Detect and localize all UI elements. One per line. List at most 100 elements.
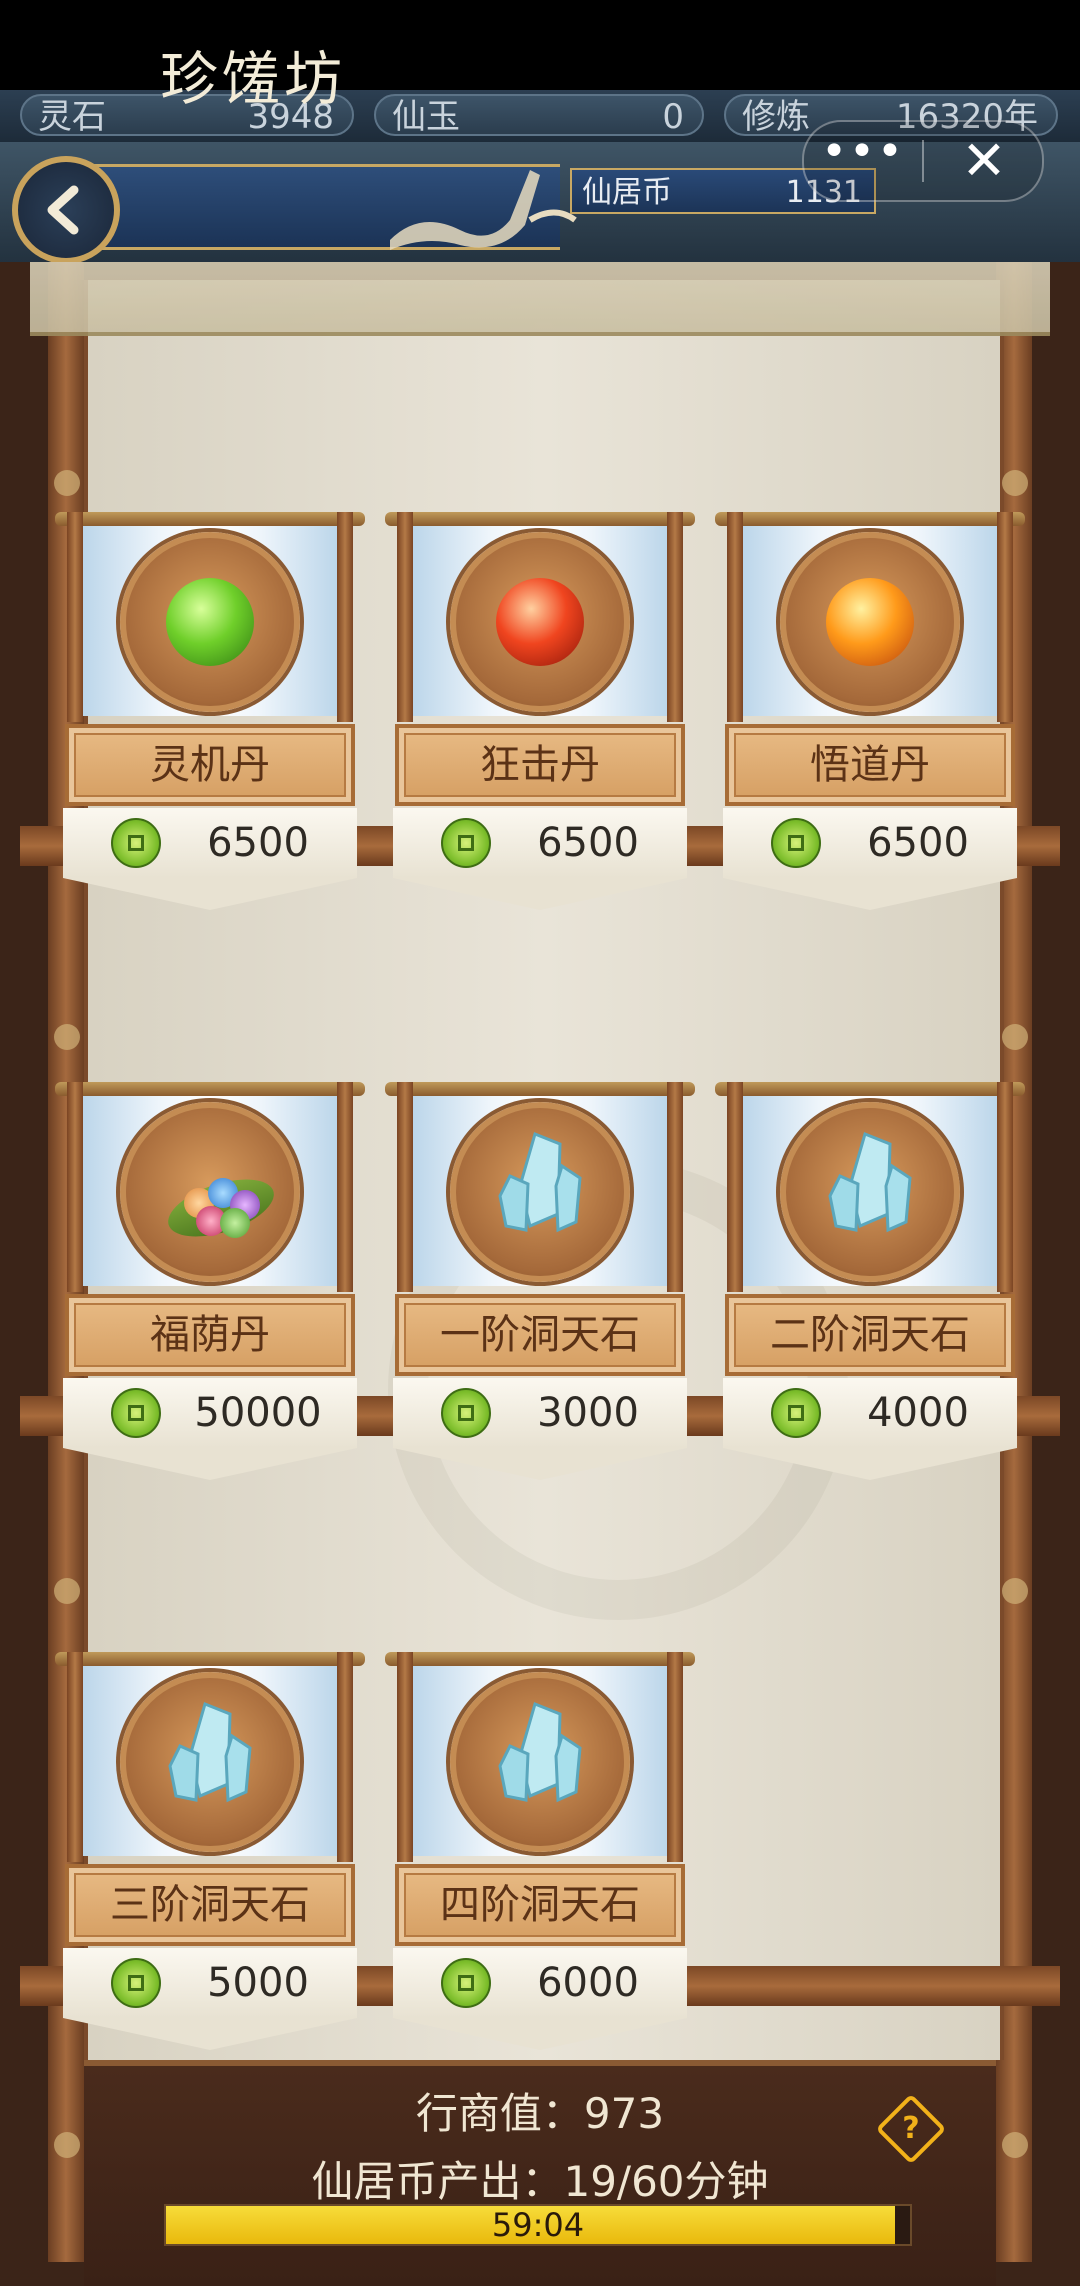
green-pill-icon bbox=[166, 578, 254, 666]
item-price-tag[interactable]: 5000 bbox=[63, 1948, 357, 2018]
crystal-icon bbox=[828, 1131, 912, 1233]
price-tag-tail bbox=[393, 878, 687, 910]
item-medallion bbox=[120, 1672, 300, 1852]
item-frame bbox=[67, 1082, 83, 1292]
coin-icon bbox=[441, 1958, 491, 2008]
item-frame bbox=[397, 1652, 413, 1862]
item-frame bbox=[997, 512, 1013, 722]
refresh-timer: 59:04 bbox=[491, 2206, 585, 2244]
coin-icon bbox=[771, 1388, 821, 1438]
item-frame bbox=[55, 1652, 365, 1666]
item-price-tag[interactable]: 6500 bbox=[63, 808, 357, 878]
item-medallion bbox=[450, 1672, 630, 1852]
item-price: 4000 bbox=[867, 1390, 969, 1436]
item-price: 6500 bbox=[537, 820, 639, 866]
page-title: 珍馐坊 bbox=[160, 45, 347, 113]
shop-item[interactable]: 四阶洞天石 6000 bbox=[385, 1652, 695, 2072]
item-price-tag[interactable]: 4000 bbox=[723, 1378, 1017, 1448]
shelf-knob-icon bbox=[54, 1578, 80, 1604]
item-frame bbox=[997, 1082, 1013, 1292]
item-frame bbox=[55, 512, 365, 526]
item-name-plate: 福荫丹 bbox=[65, 1294, 355, 1376]
item-price-tag[interactable]: 6000 bbox=[393, 1948, 687, 2018]
crystal-icon bbox=[498, 1131, 582, 1233]
resource-label: 灵石 bbox=[38, 97, 106, 137]
shop-item[interactable]: 狂击丹 6500 bbox=[385, 512, 695, 932]
chevron-left-icon bbox=[47, 185, 79, 235]
coin-icon bbox=[111, 818, 161, 868]
item-name: 四阶洞天石 bbox=[440, 1882, 640, 1928]
shelf-knob-icon bbox=[1002, 1024, 1028, 1050]
item-frame bbox=[727, 1082, 743, 1292]
more-options-button[interactable]: ••• bbox=[804, 122, 922, 200]
item-price: 6500 bbox=[867, 820, 969, 866]
price-tag-tail bbox=[63, 2018, 357, 2050]
item-name: 一阶洞天石 bbox=[440, 1312, 640, 1358]
shop-item[interactable]: 二阶洞天石 4000 bbox=[715, 1082, 1025, 1502]
item-price-tag[interactable]: 3000 bbox=[393, 1378, 687, 1448]
item-price-tag[interactable]: 6500 bbox=[393, 808, 687, 878]
item-frame bbox=[715, 512, 1025, 526]
crystal-icon bbox=[168, 1701, 252, 1803]
shelf-knob-icon bbox=[54, 1024, 80, 1050]
price-tag-tail bbox=[393, 2018, 687, 2050]
currency-label: 仙居币 bbox=[582, 175, 672, 210]
item-frame bbox=[337, 512, 353, 722]
coin-icon bbox=[111, 1958, 161, 2008]
coin-icon bbox=[771, 818, 821, 868]
item-name-plate: 一阶洞天石 bbox=[395, 1294, 685, 1376]
price-tag-tail bbox=[63, 1448, 357, 1480]
item-medallion bbox=[450, 532, 630, 712]
item-name-plate: 三阶洞天石 bbox=[65, 1864, 355, 1946]
close-button[interactable]: ✕ bbox=[926, 122, 1042, 200]
item-frame bbox=[337, 1652, 353, 1862]
item-medallion bbox=[120, 532, 300, 712]
item-medallion bbox=[450, 1102, 630, 1282]
item-frame bbox=[385, 1652, 695, 1666]
item-price: 50000 bbox=[194, 1390, 322, 1436]
capsule-divider bbox=[922, 140, 924, 182]
resource-xianyu: 仙玉 0 bbox=[374, 94, 704, 137]
item-price: 6500 bbox=[207, 820, 309, 866]
item-name: 狂击丹 bbox=[480, 742, 600, 788]
shop-item[interactable]: 三阶洞天石 5000 bbox=[55, 1652, 365, 2072]
back-button[interactable] bbox=[12, 156, 120, 264]
item-name-plate: 二阶洞天石 bbox=[725, 1294, 1015, 1376]
shelf-knob-icon bbox=[54, 470, 80, 496]
item-price-tag[interactable]: 50000 bbox=[63, 1378, 357, 1448]
price-tag-tail bbox=[723, 878, 1017, 910]
scrolled-shelf-strip bbox=[30, 262, 1050, 336]
cloud-ornament-icon bbox=[390, 170, 577, 250]
coin-icon bbox=[111, 1388, 161, 1438]
item-frame bbox=[667, 512, 683, 722]
orange-pill-icon bbox=[826, 578, 914, 666]
shop-item[interactable]: 一阶洞天石 3000 bbox=[385, 1082, 695, 1502]
shelf-knob-icon bbox=[1002, 470, 1028, 496]
item-medallion bbox=[780, 1102, 960, 1282]
berry-icon bbox=[220, 1208, 250, 1238]
refresh-progress-bar: 59:04 bbox=[164, 2204, 912, 2246]
shop-item[interactable]: 灵机丹 6500 bbox=[55, 512, 365, 932]
shop-item[interactable]: 悟道丹 6500 bbox=[715, 512, 1025, 932]
help-mark: ? bbox=[902, 2111, 920, 2146]
item-price: 6000 bbox=[537, 1960, 639, 2006]
resource-value: 0 bbox=[662, 97, 684, 137]
item-medallion bbox=[120, 1102, 300, 1282]
item-name-plate: 灵机丹 bbox=[65, 724, 355, 806]
shop-item[interactable]: 福荫丹 50000 bbox=[55, 1082, 365, 1502]
coin-icon bbox=[441, 1388, 491, 1438]
item-price-tag[interactable]: 6500 bbox=[723, 808, 1017, 878]
item-price: 3000 bbox=[537, 1390, 639, 1436]
item-name: 悟道丹 bbox=[810, 742, 930, 788]
item-frame bbox=[55, 1082, 365, 1096]
resource-label: 修炼 bbox=[742, 97, 810, 137]
item-frame bbox=[397, 1082, 413, 1292]
item-frame bbox=[715, 1082, 1025, 1096]
item-frame bbox=[67, 1652, 83, 1862]
item-frame bbox=[397, 512, 413, 722]
item-name: 二阶洞天石 bbox=[770, 1312, 970, 1358]
item-frame bbox=[337, 1082, 353, 1292]
item-name-plate: 四阶洞天石 bbox=[395, 1864, 685, 1946]
item-name: 三阶洞天石 bbox=[110, 1882, 310, 1928]
item-frame bbox=[667, 1652, 683, 1862]
